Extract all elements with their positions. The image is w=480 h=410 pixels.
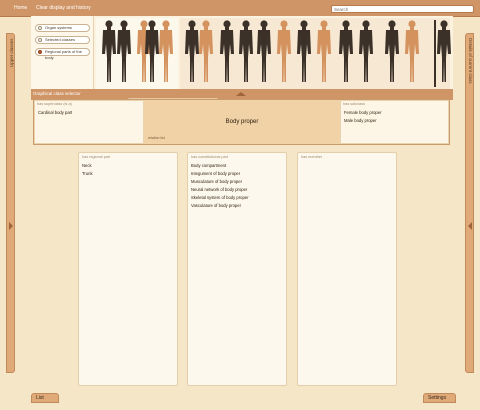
radio-icon bbox=[38, 38, 42, 42]
list-item[interactable]: Vasculature of body proper bbox=[191, 203, 241, 208]
home-link[interactable]: Home bbox=[14, 5, 27, 11]
subclass-header: has subclass bbox=[343, 102, 365, 106]
upper-classes-tab[interactable]: Upper classes bbox=[6, 33, 15, 373]
relation-list-label[interactable]: relation list bbox=[148, 136, 165, 140]
radio-label: Organ systems bbox=[45, 25, 72, 30]
member-panel: has member bbox=[297, 152, 397, 386]
class-details-label: Details of current class bbox=[468, 38, 473, 84]
figure-group-2[interactable] bbox=[180, 18, 451, 89]
panel-header: has constitutional part bbox=[191, 155, 228, 159]
list-item[interactable]: Neck bbox=[82, 163, 92, 168]
class-details-tab[interactable]: Details of current class bbox=[465, 33, 474, 373]
current-class-box: Body proper relation list bbox=[144, 100, 340, 144]
panel-header: has member bbox=[301, 155, 323, 159]
list-item[interactable]: Body compartment bbox=[191, 163, 226, 168]
chevron-right-icon[interactable] bbox=[9, 222, 13, 230]
upper-classes-label: Upper classes bbox=[9, 38, 14, 67]
body-figures[interactable] bbox=[94, 16, 453, 91]
list-item[interactable]: Neural network of body proper bbox=[191, 187, 247, 192]
view-mode-radios: Organ systems Selected classes Regional … bbox=[31, 16, 94, 91]
list-item[interactable]: Skeletal system of body proper bbox=[191, 195, 249, 200]
radio-selected-icon bbox=[38, 50, 42, 54]
radio-label: Selected classes bbox=[45, 37, 76, 42]
list-tab[interactable]: List bbox=[31, 393, 59, 403]
search-input[interactable] bbox=[331, 5, 474, 13]
superclass-header: has superclass (is a) bbox=[37, 102, 72, 106]
radio-regional-parts[interactable]: Regional parts of the body bbox=[35, 48, 90, 60]
panel-header: has regional part bbox=[82, 155, 111, 159]
chevron-left-icon[interactable] bbox=[468, 222, 472, 230]
body-part-picker: Organ systems Selected classes Regional … bbox=[31, 16, 453, 101]
figure-group-1[interactable] bbox=[96, 18, 178, 89]
superclass-item[interactable]: Cardinal body part bbox=[38, 110, 72, 115]
list-item[interactable]: Integument of body proper bbox=[191, 171, 240, 176]
subclass-item[interactable]: Male body proper bbox=[344, 118, 377, 123]
radio-icon bbox=[38, 26, 42, 30]
radio-label: Regional parts of the body bbox=[45, 49, 82, 60]
superclass-panel: has superclass (is a) Cardinal body part bbox=[34, 100, 144, 144]
clear-history-link[interactable]: Clear display and history bbox=[36, 5, 91, 11]
settings-tab[interactable]: Settings bbox=[423, 393, 456, 403]
subclass-item[interactable]: Female body proper bbox=[344, 110, 381, 115]
radio-organ-systems[interactable]: Organ systems bbox=[35, 24, 90, 32]
list-item[interactable]: Trunk bbox=[82, 171, 93, 176]
top-bar: Home Clear display and history bbox=[0, 0, 480, 17]
current-class-title: Body proper bbox=[225, 119, 259, 125]
subclass-panel: has subclass Female body proper Male bod… bbox=[340, 100, 449, 144]
collapse-up-icon[interactable] bbox=[236, 92, 246, 96]
list-item[interactable]: Musculature of body proper bbox=[191, 179, 242, 184]
regional-part-panel: has regional part Neck Trunk bbox=[78, 152, 178, 386]
class-selector-row: has superclass (is a) Cardinal body part… bbox=[33, 99, 450, 145]
radio-selected-classes[interactable]: Selected classes bbox=[35, 36, 90, 44]
constitutional-part-panel: has constitutional part Body compartment… bbox=[187, 152, 287, 386]
